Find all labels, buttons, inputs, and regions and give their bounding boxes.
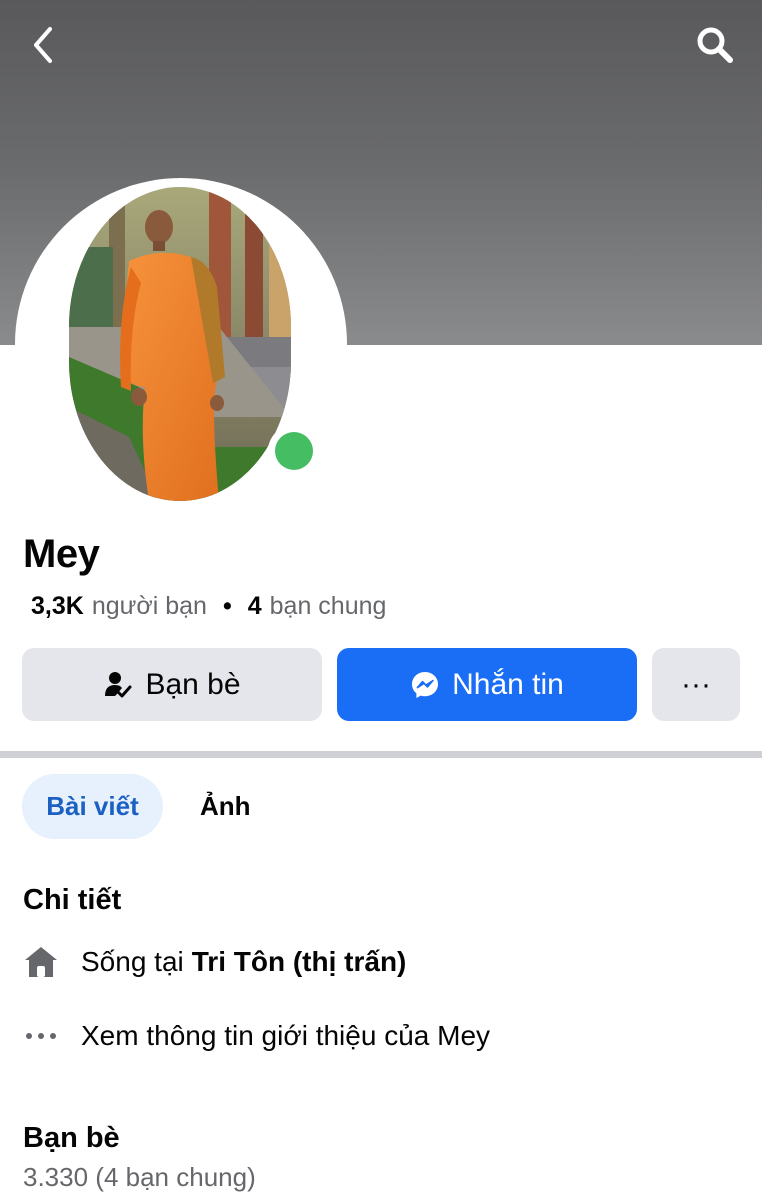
details-title: Chi tiết <box>23 884 122 916</box>
tab-posts[interactable]: Bài viết <box>22 774 163 839</box>
friends-button[interactable]: Bạn bè <box>22 648 322 721</box>
friends-button-label: Bạn bè <box>145 667 241 701</box>
friend-stats[interactable]: 3,3K người bạn • 4 bạn chung <box>31 592 386 621</box>
mutual-label: bạn chung <box>269 592 387 620</box>
friends-section-title: Bạn bè <box>23 1122 120 1154</box>
separator-dot: • <box>222 592 232 620</box>
more-options-button[interactable]: ··· <box>652 648 740 721</box>
home-icon <box>23 944 59 980</box>
see-about-row[interactable]: Xem thông tin giới thiệu của Mey <box>23 1018 490 1054</box>
tab-photos[interactable]: Ảnh <box>200 774 251 839</box>
profile-name: Mey <box>23 532 100 576</box>
lives-in-row[interactable]: Sống tại Tri Tôn (thị trấn) <box>23 944 406 980</box>
lives-in-prefix: Sống tại <box>81 946 184 977</box>
mutual-count: 4 <box>247 592 262 620</box>
friends-count: 3,3K <box>31 592 84 620</box>
friends-section-count: 3.330 (4 bạn chung) <box>23 1162 256 1192</box>
messenger-icon <box>410 670 440 700</box>
friend-check-icon <box>103 670 133 700</box>
more-icon: ··· <box>681 667 711 701</box>
profile-photo <box>69 187 291 501</box>
online-status-indicator <box>268 425 320 477</box>
lives-in-place: Tri Tôn (thị trấn) <box>191 946 407 977</box>
chevron-left-icon <box>34 27 52 63</box>
more-dots-icon <box>23 1018 59 1054</box>
message-button-label: Nhắn tin <box>452 667 564 701</box>
avatar[interactable] <box>69 187 291 501</box>
back-button[interactable] <box>20 22 66 68</box>
friends-label: người bạn <box>91 592 207 620</box>
search-button[interactable] <box>692 22 738 68</box>
search-icon <box>697 27 733 63</box>
message-button[interactable]: Nhắn tin <box>337 648 637 721</box>
section-divider <box>0 751 762 758</box>
see-about-link: Xem thông tin giới thiệu của Mey <box>81 1020 491 1051</box>
